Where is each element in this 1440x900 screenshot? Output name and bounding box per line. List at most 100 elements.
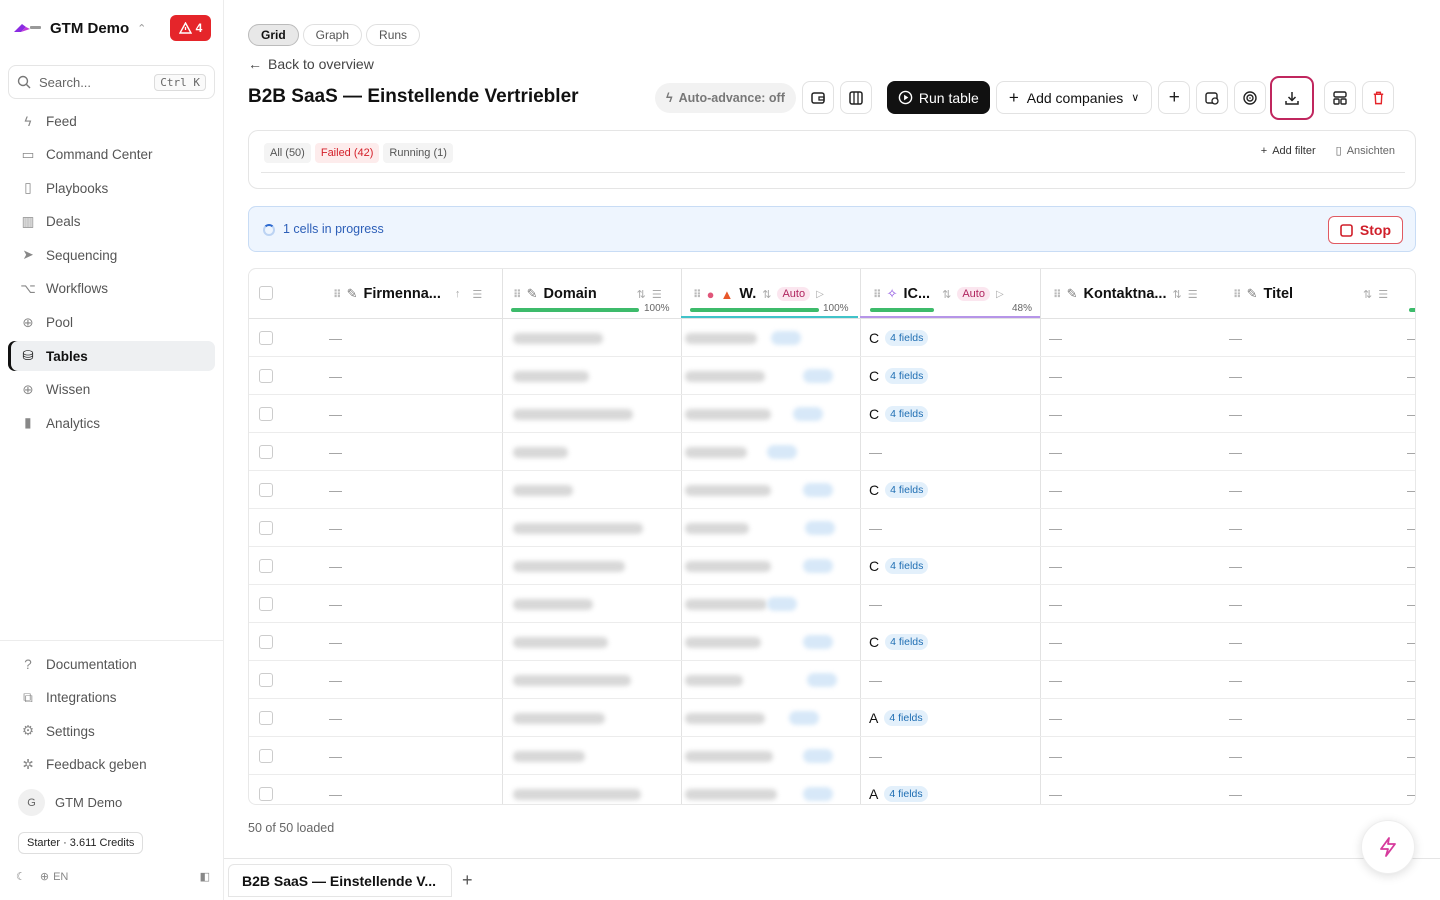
cell-domain[interactable] (513, 585, 593, 623)
fields-badge[interactable]: 4 fields (884, 710, 928, 726)
cell-ic[interactable]: C 4 fields (869, 547, 929, 585)
cell-w[interactable] (685, 433, 747, 471)
sort-icon[interactable]: ⇅ (1172, 288, 1181, 301)
sidebar-item-analytics[interactable]: ▮ Analytics (8, 408, 215, 438)
moon-icon[interactable]: ☾ (16, 870, 26, 883)
cell-w[interactable] (685, 661, 743, 699)
cell-next[interactable]: — (1407, 509, 1415, 547)
sidebar-item-tables[interactable]: ⛁ Tables (8, 341, 215, 372)
column-header-titel[interactable]: ⠿ ✎ Titel ⇅ ☰ (1233, 269, 1388, 319)
cell-w[interactable] (685, 357, 765, 395)
download-button[interactable] (1276, 81, 1309, 114)
cell-firmenname[interactable]: — (329, 433, 342, 471)
cell-ic[interactable]: A 4 fields (869, 775, 928, 804)
cell-domain[interactable] (513, 737, 585, 775)
table-row[interactable]: — C 4 fields — — — (249, 471, 1415, 509)
table-row[interactable]: — — — — — (249, 509, 1415, 547)
auto-advance-toggle[interactable]: ϟ Auto-advance: off (655, 82, 796, 113)
cell-domain[interactable] (513, 509, 643, 547)
drag-handle-icon[interactable]: ⠿ (513, 288, 522, 301)
drag-handle-icon[interactable]: ⠿ (693, 288, 702, 301)
select-all-checkbox[interactable] (259, 286, 273, 300)
cell-firmenname[interactable]: — (329, 319, 342, 357)
run-column-icon[interactable]: ▷ (996, 289, 1004, 300)
cell-domain[interactable] (513, 433, 568, 471)
sidebar-item-wissen[interactable]: ⊕ Wissen (8, 375, 215, 405)
row-checkbox[interactable] (259, 369, 273, 383)
cell-ic[interactable]: — (869, 433, 882, 471)
cell-kontaktname[interactable]: — (1049, 585, 1062, 623)
cell-kontaktname[interactable]: — (1049, 395, 1062, 433)
cell-next[interactable]: — (1407, 661, 1415, 699)
cell-next[interactable]: — (1407, 737, 1415, 775)
sort-icon[interactable]: ⇅ (637, 288, 646, 301)
sidebar-item-documentation[interactable]: ? Documentation (8, 649, 215, 679)
row-checkbox[interactable] (259, 559, 273, 573)
cell-ic[interactable]: C 4 fields (869, 395, 929, 433)
cell-kontaktname[interactable]: — (1049, 357, 1062, 395)
cell-kontaktname[interactable]: — (1049, 433, 1062, 471)
auto-badge[interactable]: Auto (777, 287, 811, 301)
cell-kontaktname[interactable]: — (1049, 623, 1062, 661)
cell-firmenname[interactable]: — (329, 395, 342, 433)
sidebar-item-deals[interactable]: ▥ Deals (8, 207, 215, 237)
cell-titel[interactable]: — (1229, 661, 1242, 699)
cell-next[interactable]: — (1407, 585, 1415, 623)
cell-kontaktname[interactable]: — (1049, 737, 1062, 775)
row-checkbox[interactable] (259, 711, 273, 725)
cell-titel[interactable]: — (1229, 737, 1242, 775)
search-input[interactable]: Search... Ctrl K (8, 65, 215, 99)
cell-titel[interactable]: — (1229, 433, 1242, 471)
cell-kontaktname[interactable]: — (1049, 471, 1062, 509)
cell-titel[interactable]: — (1229, 509, 1242, 547)
table-row[interactable]: — C 4 fields — — — (249, 395, 1415, 433)
cell-kontaktname[interactable]: — (1049, 661, 1062, 699)
cell-domain[interactable] (513, 699, 605, 737)
layout-button[interactable] (1324, 81, 1357, 114)
row-checkbox[interactable] (259, 673, 273, 687)
tab-graph[interactable]: Graph (302, 24, 363, 46)
cell-kontaktname[interactable]: — (1049, 319, 1062, 357)
cell-kontaktname[interactable]: — (1049, 699, 1062, 737)
cell-firmenname[interactable]: — (329, 509, 342, 547)
column-menu-icon[interactable]: ☰ (472, 288, 482, 301)
cell-next[interactable]: — (1407, 357, 1415, 395)
add-tab-button[interactable]: + (462, 870, 473, 891)
cell-ic[interactable]: C 4 fields (869, 623, 929, 661)
workspace-switcher[interactable]: GTM Demo ⌃ (12, 14, 146, 42)
auto-badge[interactable]: Auto (957, 287, 990, 301)
cell-ic[interactable]: — (869, 509, 882, 547)
cell-firmenname[interactable]: — (329, 623, 342, 661)
column-menu-icon[interactable]: ☰ (1378, 288, 1388, 301)
cell-domain[interactable] (513, 547, 625, 585)
table-row[interactable]: — C 4 fields — — — (249, 319, 1415, 357)
user-menu[interactable]: G GTM Demo (18, 789, 122, 816)
sidebar-item-pool[interactable]: ⊕ Pool (8, 308, 215, 338)
sidebar-collapse-icon[interactable]: ◧ (200, 870, 210, 883)
cell-kontaktname[interactable]: — (1049, 775, 1062, 804)
cell-w[interactable] (685, 699, 765, 737)
column-header-kontaktname[interactable]: ⠿ ✎ Kontaktna... ⇅ ☰ (1053, 269, 1198, 319)
cell-firmenname[interactable]: — (329, 547, 342, 585)
column-header-firmenname[interactable]: ⠿ ✎ Firmenna... ↑ ☰ (333, 269, 482, 319)
fields-badge[interactable]: 4 fields (885, 634, 929, 650)
cell-next[interactable]: — (1407, 319, 1415, 357)
drag-handle-icon[interactable]: ⠿ (873, 288, 882, 301)
fields-badge[interactable]: 4 fields (884, 786, 928, 802)
cell-next[interactable]: — (1407, 433, 1415, 471)
cell-w[interactable] (685, 509, 749, 547)
table-row[interactable]: — A 4 fields — — — (249, 699, 1415, 737)
cell-kontaktname[interactable]: — (1049, 509, 1062, 547)
cell-domain[interactable] (513, 661, 631, 699)
fields-badge[interactable]: 4 fields (885, 330, 929, 346)
add-companies-button[interactable]: + Add companies ∨ (995, 81, 1153, 114)
cell-titel[interactable]: — (1229, 585, 1242, 623)
row-checkbox[interactable] (259, 407, 273, 421)
cell-titel[interactable]: — (1229, 319, 1242, 357)
row-checkbox[interactable] (259, 635, 273, 649)
cell-w[interactable] (685, 395, 771, 433)
cell-titel[interactable]: — (1229, 471, 1242, 509)
row-checkbox[interactable] (259, 597, 273, 611)
columns-button[interactable] (839, 81, 872, 114)
fields-badge[interactable]: 4 fields (885, 558, 929, 574)
